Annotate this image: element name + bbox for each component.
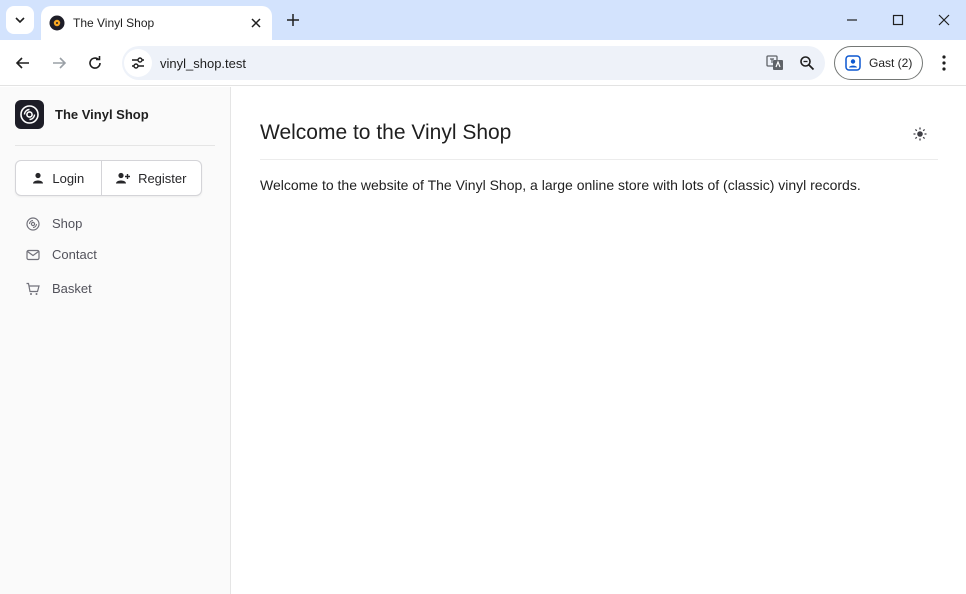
brand[interactable]: The Vinyl Shop <box>15 100 149 129</box>
back-icon <box>15 57 29 69</box>
login-label: Login <box>52 170 85 186</box>
browser-tab-active[interactable]: The Vinyl Shop <box>41 6 272 40</box>
zoom-button[interactable] <box>793 49 821 77</box>
more-vert-icon <box>942 55 946 71</box>
theme-toggle-button[interactable] <box>910 124 930 144</box>
browser-menu-button[interactable] <box>932 49 956 77</box>
page-title: Welcome to the Vinyl Shop <box>260 121 512 144</box>
minimize-icon <box>847 19 857 21</box>
maximize-button[interactable] <box>884 6 912 34</box>
tab-strip: The Vinyl Shop <box>0 0 966 40</box>
sun-icon <box>913 127 927 141</box>
sidebar-item-label: Basket <box>52 281 92 296</box>
auth-button-group: Login Register <box>15 160 202 196</box>
divider <box>260 159 938 160</box>
forward-icon <box>53 57 67 69</box>
minimize-button[interactable] <box>838 6 866 34</box>
url-text: vinyl_shop.test <box>160 55 246 71</box>
reload-button[interactable] <box>81 49 109 77</box>
vinyl-logo-icon <box>20 105 39 124</box>
user-plus-icon <box>116 172 131 184</box>
translate-button[interactable] <box>761 49 789 77</box>
tab-search-button[interactable] <box>6 6 34 34</box>
main-content: Welcome to the Vinyl Shop Welcome to the… <box>231 87 966 594</box>
sidebar-item-contact[interactable]: Contact <box>26 247 97 262</box>
window-close-icon <box>938 14 950 26</box>
site-info-button[interactable] <box>124 49 152 77</box>
user-icon <box>33 172 44 184</box>
brand-logo <box>15 100 44 129</box>
profile-icon <box>845 55 861 71</box>
site-info-icon <box>132 57 144 69</box>
register-button[interactable]: Register <box>102 161 201 195</box>
sidebar-item-shop[interactable]: Shop <box>26 216 82 231</box>
divider <box>15 145 215 146</box>
new-tab-button[interactable] <box>281 8 305 32</box>
plus-icon <box>287 14 299 26</box>
tab-close-button[interactable] <box>246 13 266 33</box>
sidebar-item-label: Contact <box>52 247 97 262</box>
vinyl-icon <box>26 216 40 231</box>
sidebar: The Vinyl Shop Login Register Shop Conta… <box>0 87 231 594</box>
vinyl-favicon-icon <box>49 15 65 31</box>
sidebar-item-label: Shop <box>52 216 83 231</box>
profile-label: Gast (2) <box>869 56 913 70</box>
cart-icon <box>26 282 40 295</box>
register-label: Register <box>138 170 187 186</box>
mail-icon <box>26 249 40 260</box>
address-bar[interactable]: vinyl_shop.test <box>122 46 825 80</box>
login-button[interactable]: Login <box>16 161 102 195</box>
browser-toolbar: vinyl_shop.test Gast (2) <box>0 40 966 86</box>
close-icon <box>251 18 261 28</box>
reload-icon <box>89 56 101 69</box>
profile-button[interactable]: Gast (2) <box>834 46 923 80</box>
chevron-down-icon <box>15 17 25 24</box>
sidebar-item-basket[interactable]: Basket <box>26 281 92 296</box>
tab-title: The Vinyl Shop <box>73 16 155 30</box>
maximize-icon <box>892 14 904 26</box>
window-close-button[interactable] <box>930 6 958 34</box>
intro-text: Welcome to the website of The Vinyl Shop… <box>260 177 861 193</box>
brand-name: The Vinyl Shop <box>55 107 149 122</box>
back-button[interactable] <box>9 49 37 77</box>
forward-button[interactable] <box>45 49 73 77</box>
zoom-icon <box>800 56 815 71</box>
translate-icon <box>766 55 783 70</box>
